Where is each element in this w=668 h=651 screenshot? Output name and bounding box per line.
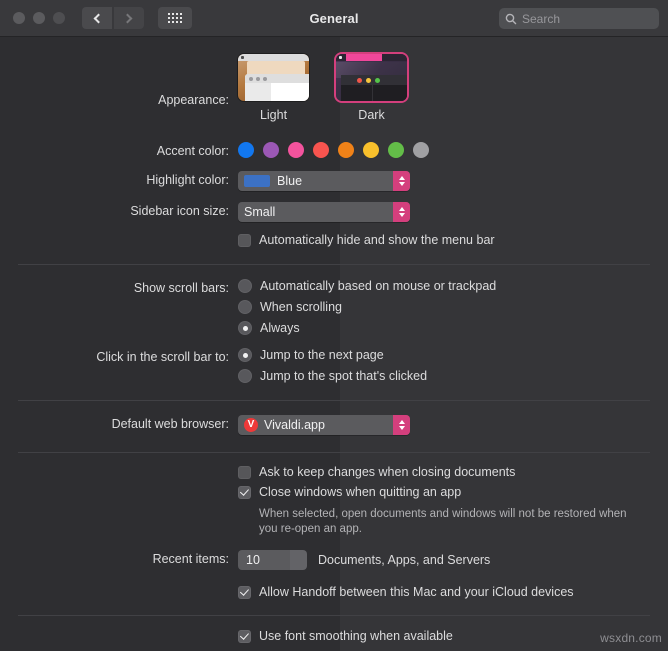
accent-color-swatches[interactable]	[238, 142, 668, 158]
accent-swatch-green[interactable]	[388, 142, 404, 158]
ask-keep-changes-checkbox[interactable]: Ask to keep changes when closing documen…	[238, 465, 668, 479]
light-theme-label: Light	[259, 108, 288, 122]
scroll-click-label: Click in the scroll bar to:	[96, 350, 229, 364]
sidebar-icon-size-stepper-icon[interactable]	[393, 202, 410, 222]
scroll-bars-row: Show scroll bars: Automatically based on…	[0, 279, 668, 335]
accent-swatch-graphite[interactable]	[413, 142, 429, 158]
highlight-color-value: Blue	[277, 174, 303, 188]
close-windows-checkbox[interactable]: Close windows when quitting an app	[238, 485, 668, 499]
highlight-color-label: Highlight color:	[146, 173, 229, 187]
handoff-label: Allow Handoff between this Mac and your …	[259, 585, 574, 599]
ask-keep-changes-label: Ask to keep changes when closing documen…	[259, 465, 516, 479]
handoff-checkbox[interactable]: Allow Handoff between this Mac and your …	[238, 585, 668, 599]
dark-theme-label: Dark	[358, 108, 385, 122]
scroll-bars-option-automatic-label: Automatically based on mouse or trackpad	[260, 279, 497, 293]
scroll-click-option-next-page-label: Jump to the next page	[260, 348, 384, 362]
default-browser-row: Default web browser: V Vivaldi.app	[0, 415, 668, 435]
appearance-options[interactable]: Light Dark	[238, 54, 668, 122]
separator-4	[18, 615, 650, 616]
scroll-click-options[interactable]: Jump to the next page Jump to the spot t…	[238, 348, 668, 383]
scroll-bars-label: Show scroll bars:	[133, 281, 229, 295]
highlight-color-chip	[244, 175, 270, 187]
window-title-bar: General	[0, 0, 668, 37]
scroll-click-option-spot-clicked-label: Jump to the spot that's clicked	[260, 369, 428, 383]
scroll-bars-option-when-scrolling[interactable]: When scrolling	[238, 300, 668, 314]
dark-theme-preview	[336, 54, 407, 101]
checkbox-icon[interactable]	[238, 465, 251, 479]
appearance-option-dark[interactable]: Dark	[336, 54, 407, 122]
default-browser-stepper-icon[interactable]	[393, 415, 410, 435]
recent-items-stepper[interactable]: 10 Documents, Apps, and Servers	[238, 550, 668, 570]
default-browser-label: Default web browser:	[111, 417, 229, 431]
separator-3	[18, 452, 650, 453]
accent-swatch-red[interactable]	[313, 142, 329, 158]
separator-2	[18, 400, 650, 401]
close-windows-hint: When selected, open documents and window…	[259, 508, 627, 535]
recent-items-row: Recent items: 10 Documents, Apps, and Se…	[0, 550, 668, 570]
sidebar-icon-size-popup[interactable]: Small	[238, 202, 410, 222]
radio-icon[interactable]	[238, 279, 252, 293]
highlight-color-row: Highlight color: Blue	[0, 171, 668, 191]
accent-swatch-yellow[interactable]	[363, 142, 379, 158]
accent-swatch-blue[interactable]	[238, 142, 254, 158]
preferences-content: Appearance: Light Dark Accent color: Hig…	[0, 54, 668, 643]
scroll-click-row: Click in the scroll bar to: Jump to the …	[0, 348, 668, 383]
vivaldi-icon: V	[244, 418, 258, 432]
watermark: wsxdn.com	[600, 631, 662, 645]
default-browser-value: Vivaldi.app	[264, 418, 325, 432]
separator-1	[18, 264, 650, 265]
menu-bar-label: Automatically hide and show the menu bar	[259, 233, 495, 247]
recent-items-value[interactable]: 10	[238, 550, 290, 570]
search-field[interactable]	[499, 8, 659, 29]
search-icon	[505, 13, 517, 24]
scroll-bars-options[interactable]: Automatically based on mouse or trackpad…	[238, 279, 668, 335]
font-smoothing-row: Use font smoothing when available	[0, 629, 668, 643]
highlight-color-stepper-icon[interactable]	[393, 171, 410, 191]
handoff-row: Allow Handoff between this Mac and your …	[0, 585, 668, 599]
scroll-bars-option-always[interactable]: Always	[238, 321, 668, 335]
appearance-row: Appearance: Light Dark	[0, 54, 668, 122]
font-smoothing-label: Use font smoothing when available	[259, 629, 453, 643]
checkbox-icon[interactable]	[238, 233, 251, 247]
close-windows-label: Close windows when quitting an app	[259, 485, 462, 499]
scroll-bars-option-always-label: Always	[260, 321, 300, 335]
accent-color-label: Accent color:	[156, 144, 229, 158]
highlight-color-popup[interactable]: Blue	[238, 171, 410, 191]
recent-items-label: Recent items:	[152, 552, 229, 566]
scroll-click-option-next-page[interactable]: Jump to the next page	[238, 348, 668, 362]
radio-icon-selected[interactable]	[238, 348, 252, 362]
default-browser-popup[interactable]: V Vivaldi.app	[238, 415, 410, 435]
accent-color-row: Accent color:	[0, 142, 668, 160]
light-theme-preview	[238, 54, 309, 101]
checkbox-icon-checked[interactable]	[238, 485, 251, 499]
sidebar-icon-size-row: Sidebar icon size: Small	[0, 202, 668, 222]
appearance-option-light[interactable]: Light	[238, 54, 309, 122]
accent-swatch-purple[interactable]	[263, 142, 279, 158]
sidebar-icon-size-label: Sidebar icon size:	[130, 204, 229, 218]
menu-bar-row: Automatically hide and show the menu bar	[0, 233, 668, 247]
accent-swatch-pink[interactable]	[288, 142, 304, 158]
menu-bar-checkbox[interactable]: Automatically hide and show the menu bar	[238, 233, 668, 247]
checkbox-icon-checked[interactable]	[238, 585, 251, 599]
search-input[interactable]	[522, 11, 642, 26]
scroll-click-option-spot-clicked[interactable]: Jump to the spot that's clicked	[238, 369, 668, 383]
accent-swatch-orange[interactable]	[338, 142, 354, 158]
sidebar-icon-size-value: Small	[244, 205, 276, 219]
radio-icon[interactable]	[238, 369, 252, 383]
appearance-label: Appearance:	[158, 93, 229, 107]
recent-items-stepper-icon[interactable]	[290, 550, 307, 570]
scroll-bars-option-when-scrolling-label: When scrolling	[260, 300, 342, 314]
checkbox-icon-checked[interactable]	[238, 629, 251, 643]
radio-icon-selected[interactable]	[238, 321, 252, 335]
documents-row: Ask to keep changes when closing documen…	[0, 465, 668, 537]
radio-icon[interactable]	[238, 300, 252, 314]
scroll-bars-option-automatic[interactable]: Automatically based on mouse or trackpad	[238, 279, 668, 293]
recent-items-suffix: Documents, Apps, and Servers	[318, 553, 491, 567]
